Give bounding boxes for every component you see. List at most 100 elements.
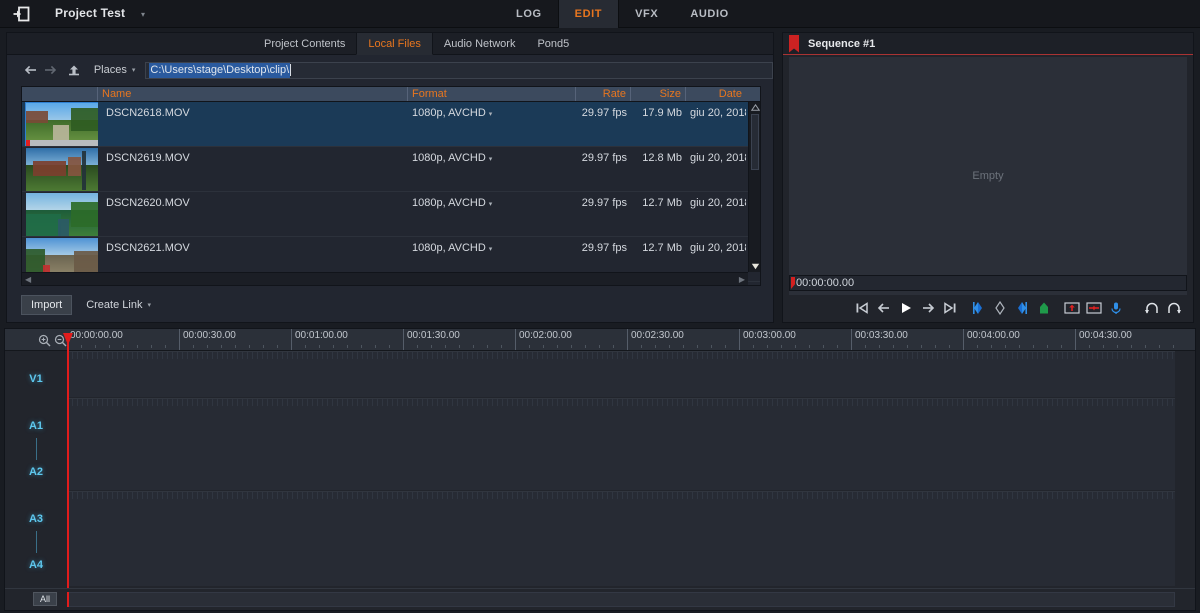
mark-clip-icon[interactable]: [989, 297, 1011, 319]
ruler-subtick: [823, 345, 824, 348]
zoom-in-icon[interactable]: [37, 333, 51, 347]
timecode-marker-icon: [791, 277, 795, 289]
table-row[interactable]: DSCN2620.MOV 1080p, AVCHD ▾ 29.97 fps 12.7 M…: [22, 192, 760, 237]
scroll-right-arrow-icon[interactable]: ▶: [739, 275, 745, 284]
ruler-subtick: [543, 345, 544, 348]
chevron-down-icon[interactable]: ▾: [489, 156, 493, 163]
track-header-v1[interactable]: V1: [5, 373, 67, 385]
places-menu[interactable]: Places ▾: [94, 64, 136, 76]
viewer-stage[interactable]: Empty: [789, 57, 1187, 295]
path-input[interactable]: C:\Users\stage\Desktop\clip\: [145, 61, 773, 79]
ruler-subtick: [95, 345, 96, 348]
mode-tab-audio[interactable]: AUDIO: [674, 0, 744, 28]
timeline-overview-bar[interactable]: [67, 592, 1175, 607]
browser-tab-audio-network[interactable]: Audio Network: [433, 33, 527, 55]
column-header-format[interactable]: Format: [408, 87, 576, 101]
browser-tab-pond5[interactable]: Pond5: [526, 33, 580, 55]
viewer-timecode-bar[interactable]: 00:00:00.00: [789, 275, 1187, 291]
track-header-a1[interactable]: A1: [5, 420, 67, 432]
arrow-left-icon[interactable]: [21, 60, 41, 80]
mode-tab-log[interactable]: LOG: [500, 0, 558, 28]
ruler-subtick: [865, 345, 866, 348]
play-icon[interactable]: [895, 297, 917, 319]
file-date: giu 20, 2018: [690, 107, 746, 119]
file-format[interactable]: 1080p, AVCHD ▾: [408, 147, 576, 191]
mode-tab-edit[interactable]: EDIT: [557, 0, 620, 28]
file-list-horizontal-scrollbar[interactable]: ◀ ▶: [22, 272, 748, 285]
track-lane[interactable]: [67, 491, 1175, 586]
ruler-subtick: [1131, 345, 1132, 348]
ruler-subtick: [949, 345, 950, 348]
track-header-a3[interactable]: A3: [5, 513, 67, 525]
file-format[interactable]: 1080p, AVCHD ▾: [408, 102, 576, 146]
ruler-subtick: [109, 345, 110, 348]
ruler-subtick: [123, 345, 124, 348]
import-button[interactable]: Import: [21, 295, 73, 315]
arrow-up-folder-icon[interactable]: [64, 60, 84, 80]
ruler-subtick: [263, 345, 264, 348]
clip-thumbnail[interactable]: [22, 147, 98, 191]
file-format[interactable]: 1080p, AVCHD ▾: [408, 192, 576, 236]
track-header-column: V1 A1 A2 A3 A4: [5, 351, 67, 588]
create-link-menu[interactable]: Create Link ▾: [86, 299, 151, 311]
scroll-down-arrow-icon[interactable]: [750, 262, 760, 271]
column-header-name[interactable]: Name: [98, 87, 408, 101]
voice-over-icon[interactable]: [1105, 297, 1127, 319]
scroll-up-arrow-icon[interactable]: [750, 103, 760, 112]
undo-icon[interactable]: [1141, 297, 1163, 319]
viewer-transport-controls: [783, 294, 1193, 322]
project-menu-caret[interactable]: ▾: [141, 10, 145, 19]
places-label: Places: [93, 64, 127, 76]
ruler-subtick: [557, 345, 558, 348]
ruler-subtick: [249, 345, 250, 348]
overwrite-icon[interactable]: [1061, 297, 1083, 319]
ruler-subtick: [221, 345, 222, 348]
file-format-text: 1080p, AVCHD: [412, 242, 486, 254]
file-size: 12.7 Mb: [642, 197, 682, 209]
clip-thumbnail[interactable]: [22, 102, 98, 146]
go-to-end-icon[interactable]: [939, 297, 961, 319]
file-list-vertical-scrollbar[interactable]: [748, 102, 760, 272]
go-to-start-icon[interactable]: [851, 297, 873, 319]
mode-tab-vfx[interactable]: VFX: [619, 0, 674, 28]
all-tracks-button[interactable]: All: [33, 592, 57, 606]
browser-tab-project-contents[interactable]: Project Contents: [253, 33, 356, 55]
redo-icon[interactable]: [1163, 297, 1185, 319]
timeline-ruler[interactable]: 00:00:00.00 00:00:30.00 00:01:00.00 00:01:3…: [5, 329, 1195, 351]
table-row[interactable]: DSCN2618.MOV 1080p, AVCHD ▾ 29.97 fps 17.9 M…: [22, 102, 760, 147]
column-header-thumb[interactable]: [22, 87, 98, 101]
ruler-subtick: [277, 345, 278, 348]
track-lanes[interactable]: [67, 351, 1195, 588]
file-name: DSCN2619.MOV: [106, 152, 190, 164]
chevron-down-icon[interactable]: ▾: [489, 111, 493, 118]
add-marker-icon[interactable]: [1033, 297, 1055, 319]
ruler-subtick: [1061, 345, 1062, 348]
exit-project-icon[interactable]: [8, 4, 34, 24]
insert-icon[interactable]: [1083, 297, 1105, 319]
mark-out-icon[interactable]: [1011, 297, 1033, 319]
track-lane[interactable]: [67, 398, 1175, 490]
track-lane[interactable]: [67, 351, 1175, 397]
ruler-subtick: [697, 345, 698, 348]
track-header-a2[interactable]: A2: [5, 466, 67, 478]
scroll-left-arrow-icon[interactable]: ◀: [25, 275, 31, 284]
ruler-subtick: [711, 345, 712, 348]
chevron-down-icon[interactable]: ▾: [489, 246, 493, 253]
column-header-date[interactable]: Date: [686, 87, 746, 101]
table-row[interactable]: DSCN2619.MOV 1080p, AVCHD ▾ 29.97 fps 12.8 M…: [22, 147, 760, 192]
chevron-down-icon[interactable]: ▾: [489, 201, 493, 208]
mark-in-icon[interactable]: [967, 297, 989, 319]
ruler-subtick: [165, 345, 166, 348]
playhead[interactable]: [67, 337, 69, 588]
scrollbar-thumb[interactable]: [751, 114, 759, 170]
track-header-a4[interactable]: A4: [5, 559, 67, 571]
step-back-icon[interactable]: [873, 297, 895, 319]
column-header-size[interactable]: Size: [631, 87, 686, 101]
clip-thumbnail[interactable]: [22, 192, 98, 236]
arrow-right-icon[interactable]: [41, 60, 61, 80]
file-table-header: Name Format Rate Size Date: [22, 87, 760, 102]
timeline-panel: 00:00:00.00 00:00:30.00 00:01:00.00 00:01:3…: [4, 328, 1196, 611]
step-forward-icon[interactable]: [917, 297, 939, 319]
column-header-rate[interactable]: Rate: [576, 87, 631, 101]
browser-tab-local-files[interactable]: Local Files: [356, 33, 433, 55]
